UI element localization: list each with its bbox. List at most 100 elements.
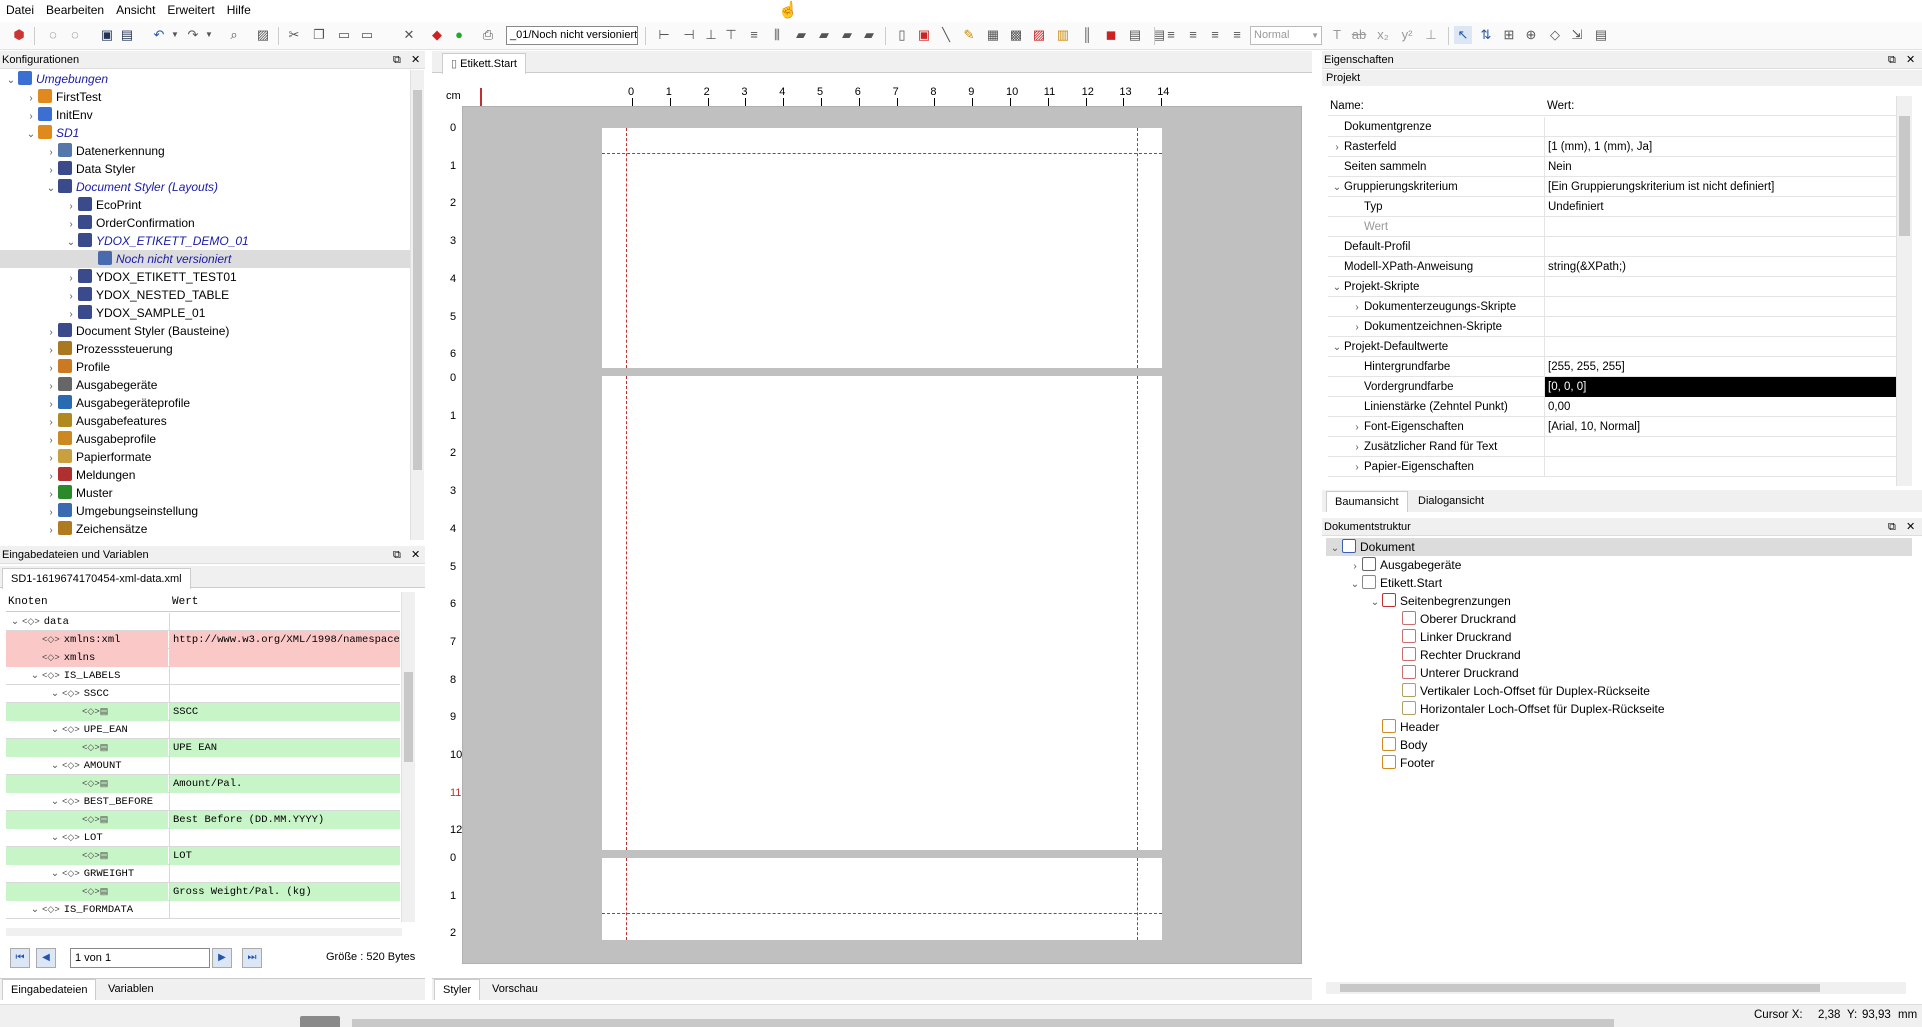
open-all-icon[interactable]: ◌	[66, 26, 84, 44]
xml-row[interactable]: ⌄ <◇> UPE_EAN	[6, 721, 400, 739]
property-value[interactable]: Undefiniert	[1544, 197, 1896, 217]
expanded-chevron-icon[interactable]: ⌄	[28, 902, 42, 919]
xml-row[interactable]: <◇>▤ Amount/Pal.	[6, 775, 400, 793]
xml-value[interactable]: Best Before (DD.MM.YYYY)	[169, 811, 400, 829]
deploy-icon[interactable]: ⬢	[10, 26, 28, 44]
config-tree-item[interactable]: ⌄ YDOX_ETIKETT_DEMO_01	[0, 232, 410, 250]
config-tree-item[interactable]: › Ausgabeprofile	[0, 430, 410, 448]
property-row[interactable]: Hintergrundfarbe [255, 255, 255]	[1328, 357, 1896, 377]
property-row[interactable]: › Font-Eigenschaften [Arial, 10, Normal]	[1328, 417, 1896, 437]
copy-icon[interactable]: ❐	[310, 26, 328, 44]
expanded-chevron-icon[interactable]: ⌄	[48, 722, 62, 739]
undo-dropdown-icon[interactable]: ▼	[166, 26, 184, 44]
docstruct-tree-item[interactable]: Unterer Druckrand	[1326, 664, 1912, 682]
collapsed-chevron-icon[interactable]: ›	[1350, 438, 1364, 457]
version-combo[interactable]: _01/Noch nicht versioniert	[506, 26, 638, 45]
config-tree-item[interactable]: › Prozesssteuerung	[0, 340, 410, 358]
page-header-band[interactable]	[602, 128, 1162, 368]
align-right-icon[interactable]: ⊥	[702, 26, 720, 44]
page-footer-band[interactable]	[602, 858, 1162, 940]
close-panel-icon[interactable]: ✕	[1906, 51, 1915, 69]
config-tree-item[interactable]: › Meldungen	[0, 466, 410, 484]
property-value[interactable]	[1544, 217, 1896, 237]
subscript-icon[interactable]: x₂	[1374, 26, 1392, 44]
xml-row[interactable]: ⌄ <◇> IS_FORMDATA	[6, 901, 400, 919]
property-row[interactable]: › Papier-Eigenschaften	[1328, 457, 1896, 477]
menu-hilfe[interactable]: Hilfe	[221, 0, 257, 20]
xml-row[interactable]: <◇>▤ Gross Weight/Pal. (kg)	[6, 883, 400, 901]
xml-value[interactable]	[169, 793, 400, 811]
print-icon[interactable]: ⎙	[479, 26, 497, 44]
menu-ansicht[interactable]: Ansicht	[110, 0, 161, 20]
horizontal-ruler[interactable]: 0 1 2 3 4 5 6 7 8 9 10 11 12 13 14	[462, 74, 1312, 106]
xml-value[interactable]	[169, 667, 400, 685]
config-tree-item[interactable]: › Zeichensätze	[0, 520, 410, 538]
config-tree-item[interactable]: › Ausgabefeatures	[0, 412, 410, 430]
property-row[interactable]: Default-Profil	[1328, 237, 1896, 257]
property-value[interactable]: [1 (mm), 1 (mm), Ja]	[1544, 137, 1896, 157]
sort-icon[interactable]: ⇅	[1477, 26, 1495, 44]
xml-value[interactable]: LOT	[169, 847, 400, 865]
config-tree-item[interactable]: › OrderConfirmation	[0, 214, 410, 232]
docstruct-tree-item[interactable]: Body	[1326, 736, 1912, 754]
open-icon[interactable]: ◌	[44, 26, 62, 44]
close-panel-icon[interactable]: ✕	[1906, 518, 1915, 536]
config-tree-item[interactable]: › Profile	[0, 358, 410, 376]
property-value[interactable]: 0,00	[1544, 397, 1896, 417]
menu-datei[interactable]: Datei	[0, 0, 40, 20]
expanded-chevron-icon[interactable]: ⌄	[1330, 338, 1344, 357]
docstruct-tree-item[interactable]: Linker Druckrand	[1326, 628, 1912, 646]
paste-special-icon[interactable]: ▭	[358, 26, 376, 44]
xml-row[interactable]: ⌄ <◇> AMOUNT	[6, 757, 400, 775]
replace-icon[interactable]: ▨	[254, 26, 272, 44]
xml-value[interactable]	[169, 721, 400, 739]
tab-styler[interactable]: Styler	[434, 979, 481, 1000]
first-page-button[interactable]: ⏮	[10, 948, 30, 968]
config-tree-item[interactable]: › YDOX_ETIKETT_TEST01	[0, 268, 410, 286]
send-back-icon[interactable]: ▰	[860, 26, 878, 44]
baseline-icon[interactable]: ⊥	[1422, 26, 1440, 44]
chart-icon[interactable]: ▥	[1054, 26, 1072, 44]
property-value[interactable]	[1544, 437, 1896, 457]
tab-etikett-start[interactable]: ▯ Etikett.Start	[442, 53, 526, 74]
image-icon[interactable]: ▨	[1030, 26, 1048, 44]
close-panel-icon[interactable]: ✕	[411, 546, 420, 564]
expanded-chevron-icon[interactable]: ⌄	[48, 758, 62, 775]
config-tree-item[interactable]: › Ausgabegeräteprofile	[0, 394, 410, 412]
property-value[interactable]: string(&XPath;)	[1544, 257, 1896, 277]
cut-icon[interactable]: ✂	[285, 26, 303, 44]
property-row[interactable]: › Rasterfeld [1 (mm), 1 (mm), Ja]	[1328, 137, 1896, 157]
property-value[interactable]: [255, 255, 255]	[1544, 357, 1896, 377]
property-row[interactable]: Seiten sammeln Nein	[1328, 157, 1896, 177]
connect-icon[interactable]: ⊞	[1500, 26, 1518, 44]
property-row[interactable]: Typ Undefiniert	[1328, 197, 1896, 217]
xml-value[interactable]: SSCC	[169, 703, 400, 721]
line-icon[interactable]: ╲	[937, 26, 955, 44]
property-row[interactable]: ⌄ Projekt-Skripte	[1328, 277, 1896, 297]
align-center-icon[interactable]: ⊣	[680, 26, 698, 44]
play-icon[interactable]	[300, 1016, 340, 1027]
config-tree-item[interactable]: › Document Styler (Bausteine)	[0, 322, 410, 340]
barcode-icon[interactable]: ║	[1078, 26, 1096, 44]
config-scrollbar[interactable]	[410, 70, 424, 540]
xml-value[interactable]: Amount/Pal.	[169, 775, 400, 793]
xml-value[interactable]: Gross Weight/Pal. (kg)	[169, 883, 400, 901]
config-tree-item[interactable]: › Umgebungseinstellung	[0, 502, 410, 520]
text-right-icon[interactable]: ≡	[1206, 26, 1224, 44]
search-icon[interactable]: ⌕	[225, 26, 243, 44]
expanded-chevron-icon[interactable]: ⌄	[48, 794, 62, 811]
frame-icon[interactable]: ▣	[915, 26, 933, 44]
xml-row[interactable]: <◇> xmlns:xml http://www.w3.org/XML/1998/n…	[6, 631, 400, 649]
xml-row[interactable]: <◇>▤ SSCC	[6, 703, 400, 721]
xml-value[interactable]	[169, 865, 400, 883]
xml-value[interactable]: UPE EAN	[169, 739, 400, 757]
strikethrough-icon[interactable]: ab	[1350, 26, 1368, 44]
font-icon[interactable]: T	[1328, 26, 1346, 44]
xml-hscrollbar[interactable]	[6, 928, 402, 936]
property-value[interactable]	[1544, 337, 1896, 357]
prev-page-button[interactable]: ◀	[36, 948, 56, 968]
tab-dialogansicht[interactable]: Dialogansicht	[1410, 491, 1492, 511]
bring-front-icon[interactable]: ▰	[838, 26, 856, 44]
text-icon[interactable]: ✎	[960, 26, 978, 44]
vertical-ruler[interactable]: 0 1 2 3 4 5 6 0 1 2 3 4 5 6 7 8 9 10 11 12 0 1 2	[432, 106, 462, 966]
